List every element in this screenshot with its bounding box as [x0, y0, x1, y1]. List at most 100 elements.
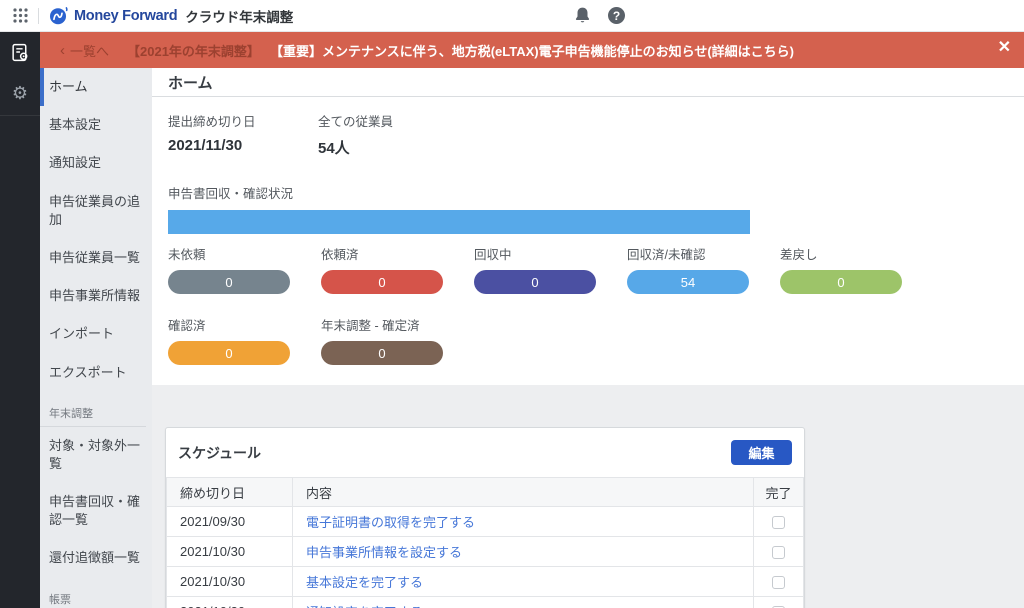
deadline-cell: 2021/10/30	[167, 597, 293, 608]
sidebar-item[interactable]: 申告従業員一覧	[40, 239, 152, 277]
summary-section: 提出締め切り日 2021/11/30 全ての従業員 54人 申告書回収・確認状況…	[152, 97, 1024, 385]
bell-icon[interactable]	[574, 6, 591, 30]
task-cell: 基本設定を完了する	[293, 567, 754, 597]
maintenance-notice-link[interactable]: 【重要】メンテナンスに伴う、地方税(eLTAX)電子申告機能停止のお知らせ(詳細…	[270, 41, 794, 60]
status-pill-label: 年末調整 - 確定済	[321, 315, 443, 334]
status-pill-item: 差戻し 0	[780, 244, 902, 294]
deadline-cell: 2021/09/30	[167, 507, 293, 537]
apps-grid-icon[interactable]	[12, 7, 29, 24]
status-pill-value: 54	[627, 270, 749, 294]
status-pill-value: 0	[321, 341, 443, 365]
sidebar-item[interactable]: 申告従業員の追加	[40, 183, 152, 239]
status-pill-item: 回収中 0	[474, 244, 596, 294]
task-cell: 申告事業所情報を設定する	[293, 537, 754, 567]
task-link[interactable]: 電子証明書の取得を完了する	[306, 515, 475, 530]
sidebar-section-label: 帳票	[40, 578, 146, 608]
sidebar-item[interactable]: 申告書回収・確認一覧	[40, 483, 152, 539]
table-header-row: 締め切り日 内容 完了	[167, 478, 804, 507]
brand-logo[interactable]: Money Forward クラウド年末調整	[49, 6, 293, 26]
status-pill-value: 0	[474, 270, 596, 294]
column-content: 内容	[293, 478, 754, 507]
table-row: 2021/10/30 申告事業所情報を設定する	[167, 537, 804, 567]
status-pill-label: 回収済/未確認	[627, 244, 749, 263]
done-cell	[754, 507, 804, 537]
sidebar-item[interactable]: 還付追徴額一覧	[40, 539, 152, 577]
stats: 提出締め切り日 2021/11/30 全ての従業員 54人	[168, 111, 1008, 158]
status-pill-item: 年末調整 - 確定済 0	[321, 315, 443, 365]
settings-gear-icon[interactable]: ⚙	[0, 72, 40, 116]
status-pill-label: 差戻し	[780, 244, 902, 263]
close-icon[interactable]: ✕	[998, 40, 1011, 56]
employees-stat: 全ての従業員 54人	[318, 111, 468, 158]
chevron-left-icon: ‹	[60, 42, 65, 59]
status-pill-grid: 未依頼 0 依頼済 0 回収中 0 回収済/未確認 54 差戻し 0 確認済0 年末調整 - 確定済 0	[168, 244, 938, 365]
column-done: 完了	[754, 478, 804, 507]
year-end-adjustment-app-icon[interactable]	[0, 32, 40, 72]
status-pill-label: 依頼済	[321, 244, 443, 263]
back-to-list-label: 一覧へ	[70, 41, 109, 60]
done-cell	[754, 597, 804, 608]
deadline-cell: 2021/10/30	[167, 537, 293, 567]
sidebar-item[interactable]: インポート	[40, 315, 152, 353]
schedule-card-header: スケジュール 編集	[166, 428, 804, 477]
brand-name: Money Forward	[74, 8, 177, 24]
status-pill-label: 未依頼	[168, 244, 290, 263]
collection-status-label: 申告書回収・確認状況	[168, 183, 1008, 202]
schedule-card: スケジュール 編集 締め切り日 内容 完了 2021/0	[165, 427, 805, 608]
schedule-section: スケジュール 編集 締め切り日 内容 完了 2021/0	[152, 385, 1024, 608]
status-pill-label: 回収中	[474, 244, 596, 263]
back-to-list-link[interactable]: ‹ 一覧へ	[60, 41, 109, 60]
task-cell: 電子証明書の取得を完了する	[293, 507, 754, 537]
status-pill-item: 回収済/未確認 54	[627, 244, 749, 294]
deadline-label: 提出締め切り日	[168, 111, 318, 130]
sidebar-item[interactable]: ホーム	[40, 68, 152, 106]
done-checkbox[interactable]	[772, 546, 785, 559]
money-forward-logo-icon	[49, 6, 69, 26]
status-pill-value: 0	[168, 270, 290, 294]
sidebar-section-label: 年末調整	[40, 392, 146, 427]
deadline-stat: 提出締め切り日 2021/11/30	[168, 111, 318, 158]
employees-value: 54人	[318, 137, 468, 158]
status-pill-item: 未依頼 0	[168, 244, 290, 294]
schedule-table-body: 2021/09/30 電子証明書の取得を完了する 2021/10/30 申告事業所情報…	[167, 507, 804, 608]
page-title: ホーム	[168, 72, 213, 93]
alert-banner: ‹ 一覧へ 【2021年の年末調整】 【重要】メンテナンスに伴う、地方税(eLT…	[40, 32, 1024, 68]
schedule-table: 締め切り日 内容 完了 2021/09/30電子証明書の取得を完了する2021/…	[166, 477, 804, 608]
sidebar-item[interactable]: エクスポート	[40, 354, 152, 392]
table-row: 2021/10/30通知設定を完了する	[167, 597, 804, 608]
sidebar: ホーム基本設定通知設定申告従業員の追加申告従業員一覧申告事業所情報インポートエク…	[40, 68, 152, 608]
sidebar-item[interactable]: 通知設定	[40, 144, 152, 182]
task-link[interactable]: 申告事業所情報を設定する	[306, 545, 462, 560]
sidebar-item[interactable]: 申告事業所情報	[40, 277, 152, 315]
status-pill-item: 依頼済 0	[321, 244, 443, 294]
help-icon[interactable]: ?	[608, 7, 625, 24]
year-context-label: 【2021年の年末調整】	[127, 41, 260, 60]
table-row: 2021/09/30 電子証明書の取得を完了する	[167, 507, 804, 537]
employees-label: 全ての従業員	[318, 111, 468, 130]
product-name: クラウド年末調整	[185, 6, 293, 26]
column-deadline: 締め切り日	[167, 478, 293, 507]
done-cell	[754, 537, 804, 567]
status-pill-value: 0	[321, 270, 443, 294]
app-rail: ⚙	[0, 32, 40, 608]
table-row: 2021/10/30 基本設定を完了する	[167, 567, 804, 597]
top-bar: Money Forward クラウド年末調整 ?	[0, 0, 1024, 32]
collection-progress-bar	[168, 210, 750, 234]
deadline-cell: 2021/10/30	[167, 567, 293, 597]
done-cell	[754, 567, 804, 597]
status-pill-item: 確認済0	[168, 315, 290, 365]
sidebar-item[interactable]: 対象・対象外一覧	[40, 427, 152, 483]
task-cell: 通知設定を完了する	[293, 597, 754, 608]
divider	[38, 8, 39, 24]
task-link[interactable]: 基本設定を完了する	[306, 575, 423, 590]
status-pill-value: 0	[780, 270, 902, 294]
main-content: ホーム 提出締め切り日 2021/11/30 全ての従業員 54人 申告書回収・	[152, 68, 1024, 608]
done-checkbox[interactable]	[772, 516, 785, 529]
page-title-row: ホーム	[152, 68, 1024, 97]
status-pill-label: 確認済	[168, 315, 290, 334]
sidebar-item[interactable]: 基本設定	[40, 106, 152, 144]
edit-button[interactable]: 編集	[731, 440, 792, 465]
deadline-value: 2021/11/30	[168, 137, 318, 154]
done-checkbox[interactable]	[772, 576, 785, 589]
banner-left: ‹ 一覧へ 【2021年の年末調整】	[60, 41, 260, 60]
